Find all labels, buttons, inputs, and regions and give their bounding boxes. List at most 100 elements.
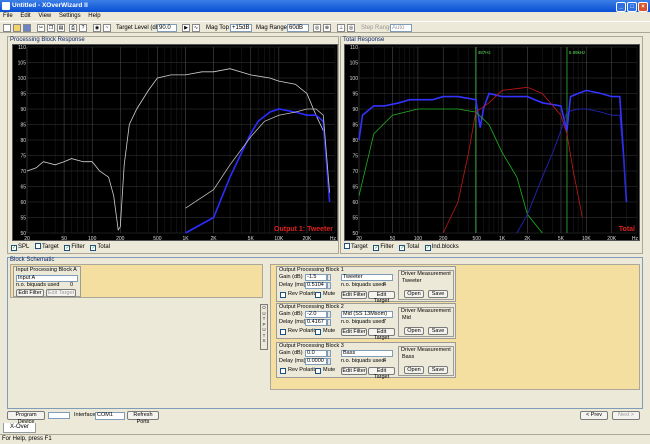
input-block-title: Input Processing Block A [16, 267, 77, 273]
right-plot-x-unit: Hz [632, 236, 639, 242]
input-edit-target-button[interactable]: Edit Target [46, 289, 76, 297]
driver-save-button[interactable]: Save [428, 327, 448, 335]
ind-blocks-checkbox[interactable]: ✓ [424, 245, 431, 251]
zoom-icon[interactable]: ⊕ [323, 24, 331, 32]
spl-checkbox[interactable]: ✓ [11, 245, 17, 251]
edit-target-button[interactable]: Edit Target [368, 328, 395, 341]
total-checkbox-right[interactable]: ✓ [399, 245, 406, 251]
menu-file[interactable]: File [3, 13, 13, 19]
right-plot-y-tick-label: 80 [352, 138, 358, 144]
rev-polarity-label: Rev Polarity [288, 328, 318, 334]
next-button[interactable]: Next > [612, 411, 640, 420]
prev-button[interactable]: < Prev [580, 411, 608, 420]
gain-spinner[interactable] [327, 350, 331, 357]
driver-open-button[interactable]: Open [404, 366, 424, 374]
menu-settings[interactable]: Settings [59, 13, 81, 19]
edit-target-button[interactable]: Edit Target [368, 291, 395, 304]
filter-checkbox-right[interactable]: ✓ [373, 245, 380, 251]
driver-measurement-label: Driver Measurement [401, 308, 451, 314]
interface-label: Interface [74, 412, 96, 418]
edit-target-button[interactable]: Edit Target [368, 367, 395, 380]
right-plot-y-tick-label: 70 [352, 169, 358, 175]
paste-icon[interactable]: ▤ [57, 24, 65, 32]
rev-polarity-label: Rev Polarity [288, 367, 318, 373]
eye-icon[interactable]: ◎ [313, 24, 321, 32]
right-plot-y-tick-label: 90 [352, 107, 358, 113]
edit-filter-button[interactable]: Edit Filter [341, 367, 367, 375]
step-range-select[interactable]: Auto [390, 24, 412, 32]
left-plot-x-tick-label: 5K [248, 236, 255, 242]
delay-input[interactable]: 0.5104 [305, 282, 327, 289]
filter-icon[interactable]: ~ [103, 24, 111, 32]
gain-input[interactable]: -2.0 [305, 311, 327, 318]
output-name-field[interactable]: Tweeter [341, 274, 393, 281]
driver-open-button[interactable]: Open [404, 327, 424, 335]
edit-filter-button[interactable]: Edit Filter [341, 328, 367, 336]
interface-select[interactable]: COM1 [95, 412, 125, 420]
gain-spinner[interactable] [327, 274, 331, 281]
menu-edit[interactable]: Edit [20, 13, 30, 19]
status-bar: For Help, press F1 [0, 434, 650, 443]
delay-spinner[interactable] [327, 358, 331, 365]
driver-open-button[interactable]: Open [404, 290, 424, 298]
input-name-field[interactable]: Input A [16, 275, 78, 282]
mag-top-select[interactable]: +15dB [230, 24, 252, 32]
target-checkbox[interactable] [35, 243, 42, 249]
mute-checkbox[interactable] [315, 329, 321, 335]
total-checkbox[interactable]: ✓ [90, 245, 97, 251]
gain-input[interactable]: -1.5 [305, 274, 327, 281]
right-plot-y-tick-label: 85 [352, 122, 358, 128]
input-edit-filter-button[interactable]: Edit Filter [16, 289, 44, 297]
delay-spinner[interactable] [327, 282, 331, 289]
refresh-ports-button[interactable]: Refresh Ports [127, 411, 159, 425]
measure-icon[interactable]: ◉ [93, 24, 101, 32]
help-icon[interactable]: ? [79, 24, 87, 32]
left-plot-area[interactable]: 110 105 100 95 90 85 80 75 70 65 60 55 50 20 50 100 200 5… [12, 44, 338, 242]
print-icon[interactable]: ⎙ [69, 24, 77, 32]
mute-checkbox[interactable] [315, 292, 321, 298]
target-level-input[interactable]: 90.0 [157, 24, 177, 32]
mag-range-select[interactable]: 60dB [287, 24, 309, 32]
target-checkbox-right[interactable] [344, 243, 350, 249]
left-plot-x-tick-label: 500 [153, 236, 162, 242]
cut-icon[interactable]: ✂ [37, 24, 45, 32]
impulse-icon[interactable]: ⊥ [337, 24, 345, 32]
delay-input[interactable]: 0.4167 [305, 319, 327, 326]
program-device-button[interactable]: Program Device [7, 411, 45, 425]
menu-view[interactable]: View [38, 13, 51, 19]
close-button[interactable]: × [638, 2, 648, 12]
tab-xover[interactable]: X-Over [3, 423, 37, 433]
rev-polarity-checkbox[interactable] [280, 368, 286, 374]
gain-spinner[interactable] [327, 311, 331, 318]
minimize-button[interactable]: _ [616, 2, 626, 12]
open-folder-icon[interactable] [13, 24, 21, 32]
driver-measurement-box: Driver Measurement Bass Open Save [398, 346, 454, 376]
driver-measurement-box: Driver Measurement Tweeter Open Save [398, 270, 454, 300]
filter-checkbox[interactable]: ✓ [64, 245, 71, 251]
maximize-button[interactable]: □ [627, 2, 637, 12]
save-icon[interactable] [23, 24, 31, 32]
rev-polarity-checkbox[interactable] [280, 292, 286, 298]
menu-help[interactable]: Help [88, 13, 100, 19]
filter-label: Filter [71, 244, 85, 250]
right-plot-y-tick-label: 75 [352, 153, 358, 159]
mute-checkbox[interactable] [315, 368, 321, 374]
driver-save-button[interactable]: Save [428, 290, 448, 298]
curve-icon[interactable]: ∿ [192, 24, 200, 32]
view-icon[interactable]: ◎ [347, 24, 355, 32]
right-plot-area[interactable]: 110 105 100 95 90 85 80 75 70 65 60 55 50 20 50 100 200 5… [344, 44, 640, 242]
gain-input[interactable]: 0.0 [305, 350, 327, 357]
output-name-field[interactable]: Bass [341, 350, 393, 357]
output-name-field[interactable]: Mid (SS 13Msom) [341, 311, 393, 318]
driver-save-button[interactable]: Save [428, 366, 448, 374]
biquads-label: n.o. biquads used [341, 282, 385, 288]
rev-polarity-checkbox[interactable] [280, 329, 286, 335]
schematic-title: Block Schematic [10, 257, 55, 263]
left-plot-y-tick-label: 80 [20, 138, 26, 144]
copy-icon[interactable]: ❐ [47, 24, 55, 32]
new-file-icon[interactable] [3, 24, 11, 32]
play-icon[interactable]: ▶ [182, 24, 190, 32]
delay-input[interactable]: 0.0000 [305, 358, 327, 365]
edit-filter-button[interactable]: Edit Filter [341, 291, 367, 299]
delay-spinner[interactable] [327, 319, 331, 326]
